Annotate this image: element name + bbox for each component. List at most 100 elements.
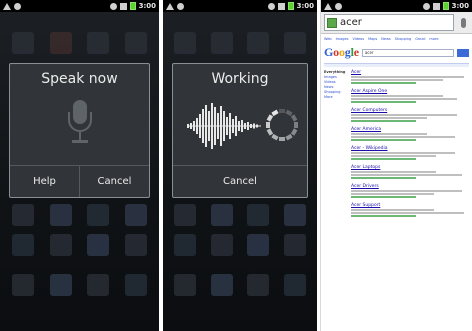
app-icon	[87, 204, 110, 226]
dialog-button-bar: Cancel	[173, 165, 307, 197]
search-result: Acer	[351, 70, 469, 84]
clock: 3:00	[451, 2, 469, 10]
result-snippet	[351, 133, 427, 135]
result-snippet	[351, 152, 455, 154]
nav-link[interactable]: more	[429, 37, 438, 41]
app-icon	[174, 234, 197, 256]
result-snippet	[351, 79, 444, 81]
result-url	[351, 82, 416, 84]
search-result: Acer Aspire One	[351, 89, 469, 103]
cancel-button[interactable]: Cancel	[79, 166, 149, 197]
result-url	[351, 139, 416, 141]
search-results-page: Web Images Videos Maps News Shopping Gmail more…	[321, 35, 472, 331]
app-icon	[247, 234, 270, 256]
result-title-link[interactable]: Acer - Wikipedia	[351, 146, 469, 151]
result-snippet	[351, 114, 458, 116]
speak-now-screen: 3:00 Speak now Help Cancel	[0, 0, 159, 331]
signal-icon	[277, 2, 285, 10]
result-title-link[interactable]: Acer Drivers	[351, 184, 469, 189]
app-icon	[11, 234, 34, 256]
result-title-link[interactable]: Acer Support	[351, 203, 469, 208]
result-snippet	[351, 174, 462, 176]
result-url	[351, 101, 416, 103]
site-favicon-icon	[327, 17, 337, 28]
search-input[interactable]: acer	[361, 48, 454, 57]
home-icon-row	[167, 204, 313, 226]
app-icon	[11, 204, 34, 226]
app-icon	[87, 234, 110, 256]
clock: 3:00	[296, 2, 314, 10]
result-snippet	[351, 95, 444, 97]
home-icon-row	[167, 32, 313, 54]
nav-link[interactable]: Web	[324, 37, 332, 41]
result-title-link[interactable]: Acer Computers	[351, 108, 469, 113]
browser-screen: 3:00 acer Web Images Videos Maps News Shoppin…	[320, 0, 472, 331]
battery-icon	[287, 2, 294, 10]
result-url	[351, 215, 416, 217]
app-icon	[49, 204, 72, 226]
app-icon	[125, 32, 148, 54]
app-icon	[247, 204, 270, 226]
result-url	[351, 177, 416, 179]
result-snippet	[351, 76, 465, 78]
search-button[interactable]	[457, 48, 469, 57]
result-title-link[interactable]: Acer Aspire One	[351, 89, 469, 94]
left-sidebar: Everything Images Videos News Shopping More	[324, 70, 348, 222]
app-icon	[247, 274, 270, 296]
result-snippet	[351, 136, 455, 138]
app-icon	[210, 274, 233, 296]
battery-icon	[129, 2, 136, 10]
result-title-link[interactable]: Acer Laptops	[351, 165, 469, 170]
progress-spinner-icon	[266, 109, 298, 141]
home-icon-row	[4, 274, 155, 296]
app-icon	[283, 32, 306, 54]
app-icon	[49, 234, 72, 256]
url-field[interactable]: acer	[324, 14, 454, 31]
result-snippet	[351, 193, 434, 195]
address-bar: acer	[321, 12, 472, 34]
result-snippet	[351, 117, 427, 119]
app-icon	[210, 234, 233, 256]
results-stats-bar	[324, 63, 469, 67]
nav-link[interactable]: Images	[336, 37, 349, 41]
help-button[interactable]: Help	[10, 166, 79, 197]
results-list: Acer Acer Aspire One Acer Computers Acer Am…	[351, 70, 469, 222]
app-icon	[125, 234, 148, 256]
app-icon	[125, 274, 148, 296]
search-result: Acer Support	[351, 203, 469, 217]
nav-link[interactable]: News	[381, 37, 390, 41]
working-dialog: Working Cancel	[172, 63, 308, 198]
result-snippet	[351, 190, 462, 192]
app-icon	[283, 234, 306, 256]
microphone-icon[interactable]	[457, 14, 469, 31]
home-icon-row	[167, 234, 313, 256]
app-icon	[174, 204, 197, 226]
nav-link[interactable]: Gmail	[415, 37, 425, 41]
dialog-title: Speak now	[41, 71, 118, 87]
nav-link[interactable]: Videos	[352, 37, 364, 41]
dialog-button-bar: Help Cancel	[10, 165, 149, 197]
status-bar: 3:00	[0, 0, 159, 12]
notification-icon	[324, 2, 332, 10]
result-snippet	[351, 155, 436, 157]
nav-link[interactable]: Shopping	[395, 37, 411, 41]
result-snippet	[351, 171, 436, 173]
search-result: Acer Computers	[351, 108, 469, 122]
app-icon	[174, 32, 197, 54]
usb-icon	[177, 2, 184, 10]
result-title-link[interactable]: Acer	[351, 70, 469, 75]
search-result: Acer America	[351, 127, 469, 141]
app-icon	[87, 274, 110, 296]
home-icon-row	[4, 204, 155, 226]
status-bar: 3:00	[163, 0, 317, 12]
result-title-link[interactable]: Acer America	[351, 127, 469, 132]
cancel-button[interactable]: Cancel	[173, 166, 307, 197]
nav-link[interactable]: Maps	[368, 37, 377, 41]
app-icon	[49, 274, 72, 296]
sidebar-item[interactable]: More	[324, 95, 348, 100]
notification-icon	[166, 2, 174, 10]
usb-icon	[335, 2, 342, 10]
notification-icon	[3, 2, 11, 10]
app-icon	[125, 204, 148, 226]
app-icon	[11, 274, 34, 296]
